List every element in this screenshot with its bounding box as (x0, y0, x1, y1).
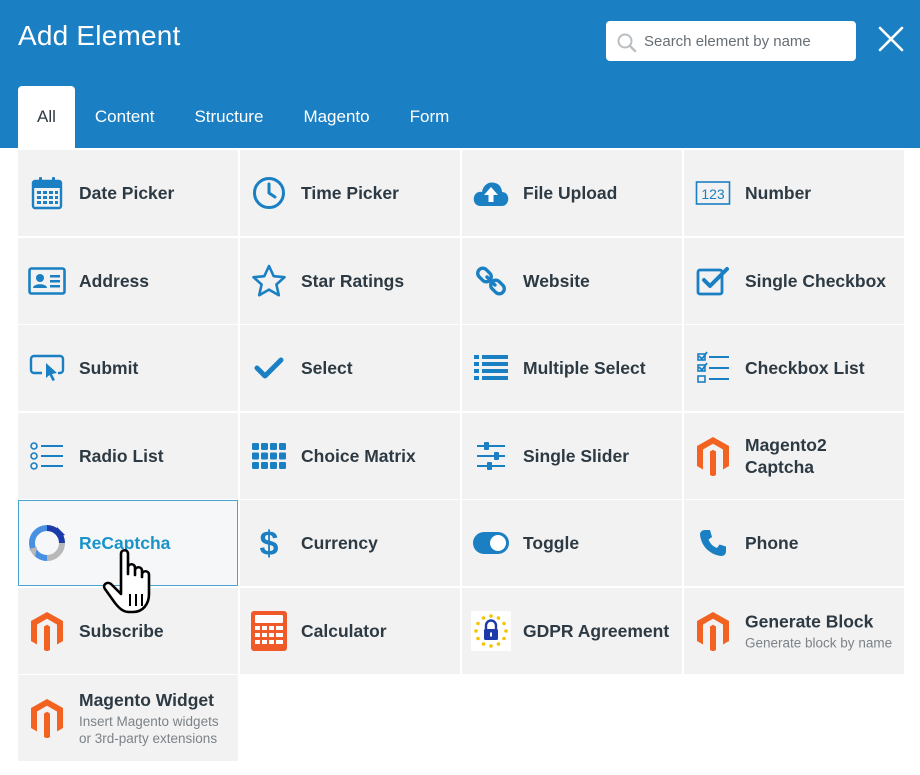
element-toggle[interactable]: Toggle (462, 500, 682, 586)
element-radio-list[interactable]: Radio List (18, 412, 238, 499)
calculator-icon (249, 610, 289, 651)
element-label: Phone (745, 533, 799, 553)
grid-icon (249, 436, 289, 476)
dollar-icon: $ (249, 523, 289, 563)
element-label: Magento2 Captcha (745, 434, 827, 477)
checkmark-icon (249, 348, 289, 388)
element-label: Checkbox List (745, 358, 865, 378)
submit-pointer-icon (27, 348, 67, 388)
tab-form[interactable]: Form (390, 86, 470, 148)
element-website[interactable]: Website (462, 237, 682, 324)
element-calculator[interactable]: Calculator (240, 587, 460, 674)
tab-structure[interactable]: Structure (174, 86, 283, 148)
calendar-icon (27, 173, 67, 213)
magento-logo-icon (693, 436, 733, 476)
element-label: File Upload (523, 183, 618, 203)
element-single-slider[interactable]: Single Slider (462, 412, 682, 499)
element-subscribe[interactable]: Subscribe (18, 587, 238, 674)
tab-content[interactable]: Content (75, 86, 175, 148)
magento-logo-icon (27, 698, 67, 738)
element-file-upload[interactable]: File Upload (462, 150, 682, 236)
svg-text:$: $ (260, 525, 279, 561)
element-label: Single Checkbox (745, 270, 887, 291)
element-label: Multiple Select (523, 358, 646, 378)
element-select[interactable]: Select (240, 325, 460, 411)
element-label: Website (523, 270, 590, 291)
element-label: Select (301, 358, 353, 378)
element-label: Currency (301, 533, 378, 553)
element-magento-widget[interactable]: Magento Widget Insert Magento widgets or… (18, 675, 238, 761)
element-submit[interactable]: Submit (18, 325, 238, 411)
element-label: Number (745, 183, 812, 203)
element-generate-block[interactable]: Generate Block Generate block by name (684, 587, 904, 674)
category-tabs: All Content Structure Magento Form (18, 86, 469, 148)
element-label: Single Slider (523, 445, 629, 466)
tab-magento[interactable]: Magento (283, 86, 389, 148)
clock-icon (249, 173, 289, 213)
svg-text:123: 123 (701, 186, 725, 202)
element-time-picker[interactable]: Time Picker (240, 150, 460, 236)
magento-logo-icon (693, 611, 733, 651)
link-icon (471, 261, 511, 301)
magento-logo-icon (27, 611, 67, 651)
element-recaptcha[interactable]: ReCaptcha (18, 500, 238, 586)
search-input[interactable] (644, 21, 849, 61)
phone-icon (693, 523, 733, 563)
element-checkbox-list[interactable]: Checkbox List (684, 325, 904, 411)
search-icon (617, 33, 637, 53)
element-label: Star Ratings (301, 270, 405, 291)
recaptcha-icon (27, 523, 67, 563)
number-123-icon: 123 (693, 173, 733, 213)
sliders-icon (471, 436, 511, 476)
element-single-checkbox[interactable]: Single Checkbox (684, 237, 904, 324)
cloud-upload-icon (471, 173, 511, 213)
dialog-header: Add Element All Content Structure Magent… (0, 0, 920, 148)
element-label: Radio List (79, 445, 164, 466)
element-label: Time Picker (301, 183, 399, 203)
search-box[interactable] (606, 21, 856, 61)
element-label: Subscribe (79, 620, 164, 641)
element-label: GDPR Agreement (523, 620, 670, 641)
element-description: Insert Magento widgets or 3rd-party exte… (79, 714, 219, 746)
element-description: Generate block by name (745, 635, 893, 650)
element-label: Date Picker (79, 183, 175, 203)
element-choice-matrix[interactable]: Choice Matrix (240, 412, 460, 499)
toggle-icon (471, 523, 511, 563)
radio-list-icon (27, 436, 67, 476)
element-number[interactable]: 123 Number (684, 150, 904, 236)
element-label: Magento Widget (79, 690, 214, 710)
element-label: Calculator (301, 620, 387, 641)
checkbox-list-icon (693, 348, 733, 388)
gdpr-lock-icon (471, 610, 511, 651)
element-address[interactable]: Address (18, 237, 238, 324)
element-multiple-select[interactable]: Multiple Select (462, 325, 682, 411)
dialog-title: Add Element (18, 20, 181, 51)
checkbox-icon (693, 261, 733, 301)
element-magento2-captcha[interactable]: Magento2 Captcha (684, 412, 904, 499)
tab-all[interactable]: All (18, 86, 75, 148)
element-star-ratings[interactable]: Star Ratings (240, 237, 460, 324)
address-card-icon (27, 261, 67, 301)
element-label: Choice Matrix (301, 445, 416, 466)
element-date-picker[interactable]: Date Picker (18, 150, 238, 236)
element-grid: Date Picker Time Picker File Upload 123 … (18, 150, 906, 761)
star-icon (249, 261, 289, 301)
element-label: Generate Block (745, 611, 874, 631)
element-label: ReCaptcha (79, 533, 171, 553)
element-label: Toggle (523, 533, 580, 553)
close-icon[interactable] (877, 25, 905, 53)
element-phone[interactable]: Phone (684, 500, 904, 586)
element-label: Submit (79, 358, 139, 378)
element-currency[interactable]: $ Currency (240, 500, 460, 586)
element-gdpr-agreement[interactable]: GDPR Agreement (462, 587, 682, 674)
list-icon (471, 348, 511, 388)
element-label: Address (79, 270, 150, 291)
